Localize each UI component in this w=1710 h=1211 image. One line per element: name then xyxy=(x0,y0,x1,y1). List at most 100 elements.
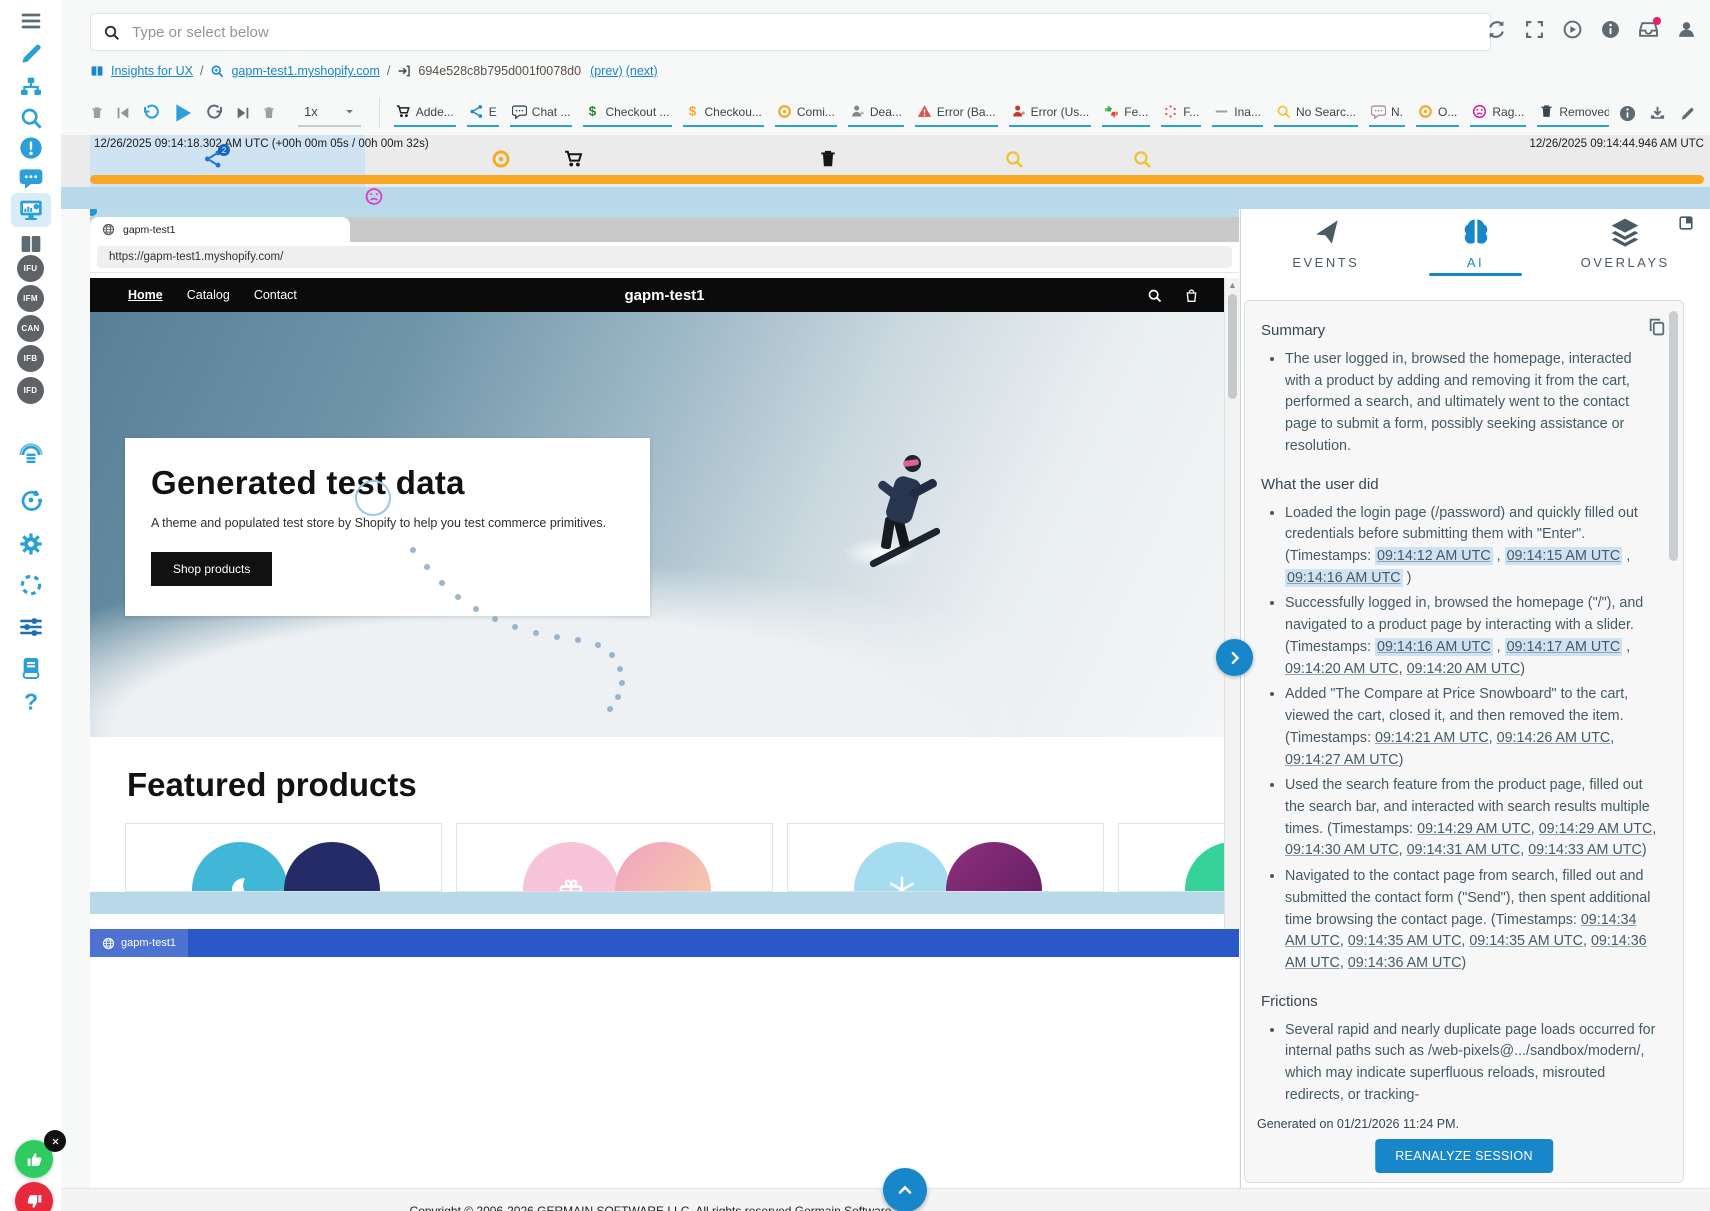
sidebar-item-module-ifd[interactable]: IFD xyxy=(11,373,51,407)
product-card[interactable] xyxy=(125,823,442,892)
sidebar-item-session-replay[interactable] xyxy=(11,193,51,227)
timestamp-link[interactable]: 09:14:17 AM UTC xyxy=(1505,638,1623,656)
timestamp-link[interactable]: 09:14:15 AM UTC xyxy=(1505,547,1623,565)
timeline-event-marker[interactable]: 2 xyxy=(203,149,223,175)
skip-to-end-button[interactable] xyxy=(235,105,251,121)
sidebar-item-hierarchy[interactable] xyxy=(11,70,51,104)
shop-products-button[interactable]: Shop products xyxy=(151,552,272,586)
timestamp-link[interactable]: 09:14:33 AM UTC xyxy=(1528,842,1642,858)
search-input[interactable] xyxy=(130,23,1478,42)
next-session-link[interactable]: (next) xyxy=(626,64,658,78)
browser-tab[interactable]: gapm-test1 xyxy=(90,217,350,242)
timestamp-link[interactable]: 09:14:29 AM UTC xyxy=(1417,821,1531,837)
timeline-progress-bar[interactable] xyxy=(90,175,1704,184)
sidebar-item-automation[interactable] xyxy=(11,483,51,517)
sidebar-item-settings[interactable] xyxy=(11,527,51,561)
event-filter-chip[interactable]: Fe... xyxy=(1102,99,1150,127)
store-name[interactable]: gapm-test1 xyxy=(624,287,704,304)
timestamp-link[interactable]: 09:14:16 AM UTC xyxy=(1375,638,1493,656)
site-nav-home[interactable]: Home xyxy=(128,288,163,302)
event-filter-chip[interactable]: N. xyxy=(1369,99,1405,127)
sidebar-item-preferences[interactable] xyxy=(11,610,51,644)
clear-end-button[interactable] xyxy=(262,106,276,120)
timestamp-link[interactable]: 09:14:20 AM UTC xyxy=(1285,661,1399,677)
panel-scrollbar-thumb[interactable] xyxy=(1669,311,1678,561)
forward-button[interactable] xyxy=(206,104,224,122)
timeline-event-marker[interactable] xyxy=(1004,149,1024,175)
event-filter-chip[interactable]: Error (Us... xyxy=(1009,99,1092,127)
session-timeline[interactable]: 12/26/2025 09:14:18.302 AM UTC (+00h 00m… xyxy=(61,135,1710,187)
event-filter-chip[interactable]: Dea... xyxy=(848,99,904,127)
inbox-icon[interactable] xyxy=(1639,20,1658,45)
scrollbar-thumb[interactable] xyxy=(1228,294,1237,399)
event-filter-chip[interactable]: Ina... xyxy=(1212,99,1263,127)
event-filter-chip[interactable]: Adde... xyxy=(394,99,456,127)
timestamp-link[interactable]: 09:14:30 AM UTC xyxy=(1285,842,1399,858)
download-icon[interactable] xyxy=(1649,105,1666,122)
rewind-button[interactable] xyxy=(142,104,160,122)
product-card[interactable] xyxy=(787,823,1104,892)
timestamp-link[interactable]: 09:14:29 AM UTC xyxy=(1539,821,1653,837)
sidebar-item-menu[interactable] xyxy=(11,4,51,38)
timestamp-link[interactable]: 09:14:35 AM UTC xyxy=(1469,933,1583,949)
event-filter-chip[interactable]: F... xyxy=(1161,99,1201,127)
sidebar-item-documentation[interactable] xyxy=(11,651,51,685)
site-nav-contact[interactable]: Contact xyxy=(254,288,297,302)
event-filter-chip[interactable]: Chat ... xyxy=(510,99,573,127)
event-filter-chip[interactable]: $ Checkout ... xyxy=(583,99,671,127)
sidebar-item-chat[interactable] xyxy=(11,161,51,195)
reanalyze-session-button[interactable]: REANALYZE SESSION xyxy=(1375,1139,1553,1173)
scrollbar-up-arrow[interactable]: ▲ xyxy=(1228,280,1237,290)
timeline-event-marker[interactable] xyxy=(564,149,584,175)
sidebar-item-module-ifu[interactable]: IFU xyxy=(11,251,51,285)
tab-overlays[interactable]: OVERLAYS xyxy=(1550,217,1700,276)
scroll-to-top-button[interactable] xyxy=(883,1168,927,1211)
event-filter-chip[interactable]: Error (Ba... xyxy=(915,99,998,127)
sidebar-item-help[interactable]: ? xyxy=(11,685,51,719)
timestamp-link[interactable]: 09:14:21 AM UTC xyxy=(1375,730,1489,746)
tab-ai[interactable]: AI xyxy=(1401,217,1551,276)
event-filter-chip[interactable]: Comi... xyxy=(775,99,837,127)
toolbar-info-icon[interactable] xyxy=(1619,105,1636,122)
event-filter-chip[interactable]: O... xyxy=(1416,99,1459,127)
event-filter-chip[interactable]: Rag... xyxy=(1470,99,1526,127)
site-nav-catalog[interactable]: Catalog xyxy=(187,288,230,302)
timeline-event-marker[interactable] xyxy=(491,149,511,175)
refresh-icon[interactable] xyxy=(1487,20,1506,45)
skip-to-start-button[interactable] xyxy=(115,105,131,121)
sidebar-item-search[interactable] xyxy=(11,101,51,135)
sidebar-item-module-can[interactable]: CAN xyxy=(11,311,51,345)
timeline-event-marker[interactable] xyxy=(818,149,838,175)
clear-start-button[interactable] xyxy=(90,106,104,120)
timestamp-link[interactable]: 09:14:34 AM UTC xyxy=(1285,912,1637,950)
breadcrumb-filter-link[interactable]: gapm-test1.myshopify.com xyxy=(231,64,379,78)
site-cart-icon[interactable] xyxy=(1184,288,1199,303)
tab-events[interactable]: EVENTS xyxy=(1251,217,1401,276)
timestamp-link[interactable]: 09:14:31 AM UTC xyxy=(1407,842,1521,858)
speed-dropdown[interactable]: 1x xyxy=(298,100,361,127)
page-track-tab[interactable]: gapm-test1 xyxy=(90,929,188,957)
timestamp-link[interactable]: 09:14:16 AM UTC xyxy=(1285,569,1403,587)
prev-session-link[interactable]: (prev) xyxy=(590,64,623,78)
event-filter-chip[interactable]: Removed ... xyxy=(1537,99,1609,127)
url-field[interactable]: https://gapm-test1.myshopify.com/ xyxy=(97,246,1232,268)
timestamp-link[interactable]: 09:14:26 AM UTC xyxy=(1497,730,1611,746)
sidebar-item-data-monitor[interactable] xyxy=(11,438,51,472)
dismiss-feedback-button[interactable] xyxy=(44,1130,66,1152)
timestamp-link[interactable]: 09:14:20 AM UTC xyxy=(1407,661,1521,677)
sidebar-item-module-ifb[interactable]: IFB xyxy=(11,341,51,375)
panel-expand-button[interactable] xyxy=(1216,639,1253,676)
sidebar-item-scope[interactable] xyxy=(11,568,51,602)
product-card[interactable] xyxy=(1118,823,1239,892)
user-icon[interactable] xyxy=(1677,20,1696,45)
sidebar-item-module-ifm[interactable]: IFM xyxy=(11,281,51,315)
replay-scrollbar[interactable]: ▲ xyxy=(1224,278,1240,929)
edit-icon[interactable] xyxy=(1679,105,1696,122)
sidebar-item-annotate[interactable] xyxy=(11,37,51,71)
timestamp-link[interactable]: 09:14:27 AM UTC xyxy=(1285,752,1399,768)
timestamp-link[interactable]: 09:14:35 AM UTC xyxy=(1348,933,1462,949)
product-card[interactable] xyxy=(456,823,773,892)
timestamp-link[interactable]: 09:14:36 AM UTC xyxy=(1348,955,1462,971)
sidebar-item-alerts[interactable] xyxy=(11,131,51,165)
timeline-event-marker[interactable] xyxy=(1132,149,1152,175)
